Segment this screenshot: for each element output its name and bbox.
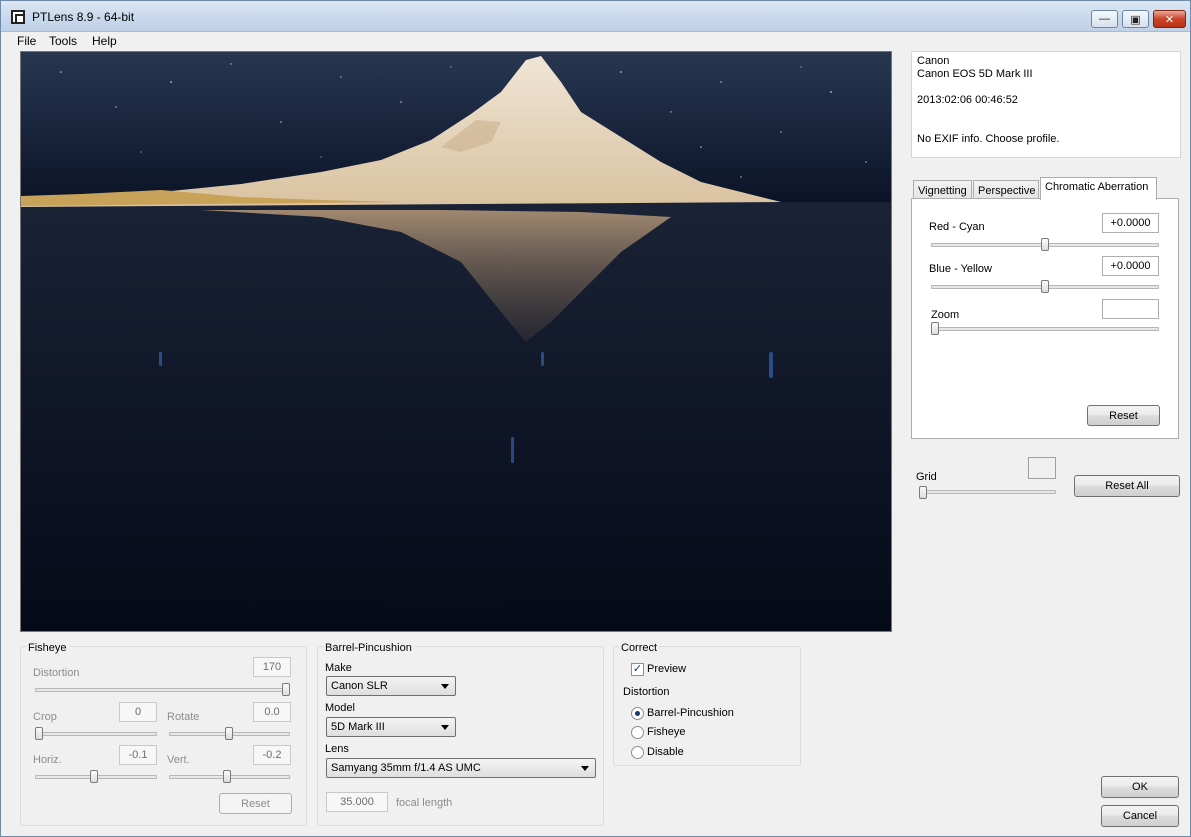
preview-label: Preview xyxy=(647,663,687,675)
window-title: PTLens 8.9 - 64-bit xyxy=(32,10,135,24)
minimize-button[interactable]: — xyxy=(1091,10,1118,28)
make-label: Make xyxy=(325,662,352,674)
fisheye-crop-input[interactable]: 0 xyxy=(119,702,157,722)
menu-bar: File Tools Help xyxy=(1,32,1190,50)
exif-message: No EXIF info. Choose profile. xyxy=(917,133,1060,145)
blue-yellow-label: Blue - Yellow xyxy=(929,263,992,275)
zoom-slider-thumb[interactable] xyxy=(931,322,939,335)
chromatic-aberration-panel: Red - Cyan +0.0000 Blue - Yellow +0.0000… xyxy=(911,198,1179,439)
model-dropdown[interactable]: 5D Mark III xyxy=(326,717,456,737)
fisheye-distortion-slider-track[interactable] xyxy=(35,688,290,692)
fisheye-distortion-input[interactable]: 170 xyxy=(253,657,291,677)
make-dropdown[interactable]: Canon SLR xyxy=(326,676,456,696)
red-cyan-slider-thumb[interactable] xyxy=(1041,238,1049,251)
fisheye-distortion-slider-thumb[interactable] xyxy=(282,683,290,696)
tab-chromatic-aberration[interactable]: Chromatic Aberration xyxy=(1040,177,1157,200)
red-cyan-label: Red - Cyan xyxy=(929,221,985,233)
grid-label: Grid xyxy=(916,471,937,483)
radio-fisheye-label: Fisheye xyxy=(647,726,686,738)
fisheye-horiz-label: Horiz. xyxy=(33,754,62,766)
lens-label: Lens xyxy=(325,743,349,755)
fisheye-vert-input[interactable]: -0.2 xyxy=(253,745,291,765)
lens-dropdown[interactable]: Samyang 35mm f/1.4 AS UMC xyxy=(326,758,596,778)
fisheye-group: Fisheye Distortion 170 Crop 0 Rotate 0.0… xyxy=(20,642,307,826)
model-dropdown-value: 5D Mark III xyxy=(331,721,385,733)
close-button[interactable]: ✕ xyxy=(1153,10,1186,28)
main-window: PTLens 8.9 - 64-bit — ▣ ✕ File Tools Hel… xyxy=(0,0,1191,837)
preview-image xyxy=(21,52,891,631)
model-label: Model xyxy=(325,702,355,714)
menu-tools[interactable]: Tools xyxy=(49,34,77,48)
barrel-pincushion-title: Barrel-Pincushion xyxy=(323,642,414,654)
reset-all-button[interactable]: Reset All xyxy=(1074,475,1180,497)
image-preview[interactable] xyxy=(20,51,892,632)
radio-barrel-pincushion[interactable] xyxy=(631,707,644,720)
fisheye-vert-label: Vert. xyxy=(167,754,190,766)
fisheye-horiz-slider-thumb[interactable] xyxy=(90,770,98,783)
focal-length-label: focal length xyxy=(396,797,453,809)
exif-make: Canon xyxy=(917,55,950,67)
menu-file[interactable]: File xyxy=(17,34,36,48)
title-bar[interactable]: PTLens 8.9 - 64-bit — ▣ ✕ xyxy=(1,1,1190,32)
grid-slider-thumb[interactable] xyxy=(919,486,927,499)
ok-button[interactable]: OK xyxy=(1101,776,1179,798)
make-dropdown-value: Canon SLR xyxy=(331,680,388,692)
barrel-pincushion-group: Barrel-Pincushion Make Canon SLR Model 5… xyxy=(317,642,604,826)
lens-dropdown-value: Samyang 35mm f/1.4 AS UMC xyxy=(331,762,481,774)
zoom-label: Zoom xyxy=(931,309,960,321)
fisheye-vert-slider-thumb[interactable] xyxy=(223,770,231,783)
exif-datetime: 2013:02:06 00:46:52 xyxy=(917,94,1018,106)
radio-disable[interactable] xyxy=(631,746,644,759)
red-cyan-input[interactable]: +0.0000 xyxy=(1102,213,1159,233)
minimize-icon: — xyxy=(1099,13,1110,25)
preview-checkbox[interactable]: ✓ xyxy=(631,663,644,676)
maximize-icon: ▣ xyxy=(1130,13,1141,26)
fisheye-crop-slider-thumb[interactable] xyxy=(35,727,43,740)
zoom-input[interactable] xyxy=(1102,299,1159,319)
close-icon: ✕ xyxy=(1164,13,1175,26)
correct-group: Correct ✓ Preview Distortion Barrel-Pinc… xyxy=(613,642,801,766)
blue-yellow-input[interactable]: +0.0000 xyxy=(1102,256,1159,276)
fisheye-rotate-label: Rotate xyxy=(167,711,200,723)
fisheye-title: Fisheye xyxy=(26,642,69,654)
fisheye-crop-slider-track[interactable] xyxy=(35,732,157,736)
chevron-down-icon xyxy=(581,766,589,771)
exif-info-panel: Canon Canon EOS 5D Mark III 2013:02:06 0… xyxy=(911,51,1181,158)
cancel-button[interactable]: Cancel xyxy=(1101,805,1179,827)
chromatic-reset-button[interactable]: Reset xyxy=(1087,405,1160,426)
grid-value-box[interactable] xyxy=(1028,457,1056,479)
app-icon xyxy=(11,10,25,24)
fisheye-horiz-input[interactable]: -0.1 xyxy=(119,745,157,765)
radio-disable-label: Disable xyxy=(647,746,684,758)
menu-help[interactable]: Help xyxy=(92,34,117,48)
chevron-down-icon xyxy=(441,725,449,730)
fisheye-reset-button[interactable]: Reset xyxy=(219,793,292,814)
fisheye-rotate-slider-thumb[interactable] xyxy=(225,727,233,740)
radio-fisheye[interactable] xyxy=(631,726,644,739)
blue-yellow-slider-thumb[interactable] xyxy=(1041,280,1049,293)
focal-length-input[interactable]: 35.000 xyxy=(326,792,388,812)
fisheye-crop-label: Crop xyxy=(33,711,57,723)
radio-barrel-pincushion-label: Barrel-Pincushion xyxy=(647,707,734,719)
fisheye-distortion-label: Distortion xyxy=(33,667,80,679)
fisheye-rotate-input[interactable]: 0.0 xyxy=(253,702,291,722)
maximize-button[interactable]: ▣ xyxy=(1122,10,1149,28)
check-icon: ✓ xyxy=(632,663,643,675)
chevron-down-icon xyxy=(441,684,449,689)
exif-model: Canon EOS 5D Mark III xyxy=(917,68,1033,80)
correct-distortion-label: Distortion xyxy=(623,686,670,698)
zoom-slider-track[interactable] xyxy=(931,327,1159,331)
correct-title: Correct xyxy=(619,642,660,654)
grid-slider-track[interactable] xyxy=(919,490,1056,494)
